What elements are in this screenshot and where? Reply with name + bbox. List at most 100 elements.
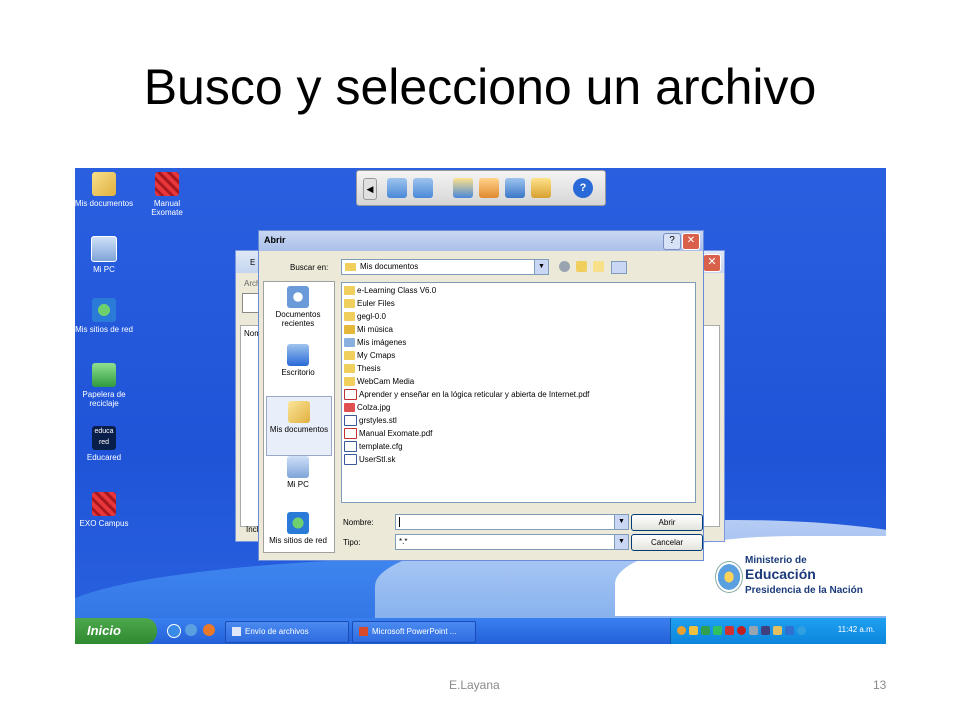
back-icon[interactable] bbox=[559, 261, 570, 272]
tray-icon[interactable] bbox=[749, 626, 758, 635]
pdf-file-icon bbox=[344, 389, 357, 401]
places-bar: Documentos recientes Escritorio Mis docu… bbox=[263, 281, 335, 553]
file-item[interactable]: Mi música bbox=[344, 324, 393, 336]
powerpoint-icon bbox=[359, 627, 368, 637]
volume-icon[interactable] bbox=[797, 626, 806, 635]
place-my-computer[interactable]: Mi PC bbox=[266, 456, 330, 489]
file-name: Colza.jpg bbox=[357, 403, 391, 412]
file-name: template.cfg bbox=[359, 442, 403, 451]
start-button[interactable]: Inicio bbox=[75, 618, 157, 644]
educared-icon: educa red bbox=[92, 426, 116, 450]
users-icon[interactable] bbox=[505, 178, 525, 198]
desktop-icon-manual-exomate[interactable]: Manual Exomate bbox=[137, 172, 197, 217]
my-documents-icon bbox=[288, 401, 310, 423]
quicklaunch-icon[interactable] bbox=[185, 624, 197, 636]
filetype-label: Tipo: bbox=[343, 538, 361, 547]
file-item[interactable]: Thesis bbox=[344, 363, 381, 375]
send-files-icon[interactable] bbox=[531, 178, 551, 198]
cancel-button[interactable]: Cancelar bbox=[631, 534, 703, 551]
place-label: Mis documentos bbox=[269, 425, 329, 434]
chevron-down-icon[interactable]: ▼ bbox=[534, 260, 548, 274]
task-send-files[interactable]: Envío de archivos bbox=[225, 621, 349, 643]
look-in-select[interactable]: Mis documentos ▼ bbox=[341, 259, 549, 275]
file-item[interactable]: e-Learning Class V6.0 bbox=[344, 285, 436, 297]
file-item[interactable]: Colza.jpg bbox=[344, 402, 390, 414]
file-item[interactable]: Manual Exomate.pdf bbox=[344, 428, 432, 440]
place-network-places[interactable]: Mis sitios de red bbox=[266, 512, 330, 545]
background-window-title: E bbox=[250, 258, 256, 267]
file-item[interactable]: WebCam Media bbox=[344, 376, 414, 388]
ie-icon[interactable] bbox=[167, 624, 181, 638]
close-icon[interactable]: ✕ bbox=[703, 254, 721, 272]
dialog-title: Abrir bbox=[264, 235, 286, 245]
filetype-value: *.* bbox=[399, 537, 408, 546]
national-emblem-icon bbox=[715, 561, 743, 593]
desktop-icon-my-computer[interactable]: Mi PC bbox=[75, 236, 134, 274]
file-icon bbox=[344, 454, 357, 466]
toolbar-tool-icon[interactable] bbox=[453, 178, 473, 198]
place-desktop[interactable]: Escritorio bbox=[266, 344, 330, 377]
desktop-icon-educared[interactable]: educa red Educared bbox=[75, 426, 134, 462]
place-recent-documents[interactable]: Documentos recientes bbox=[266, 286, 330, 328]
close-button[interactable]: ✕ bbox=[682, 233, 700, 250]
desktop-screenshot: Mis documentos Manual Exomate Mi PC Mis … bbox=[75, 168, 886, 644]
file-name: WebCam Media bbox=[357, 377, 415, 386]
taskbar: Inicio Envío de archivos Microsoft Power… bbox=[75, 618, 886, 644]
file-item[interactable]: gegl-0.0 bbox=[344, 311, 386, 323]
task-powerpoint[interactable]: Microsoft PowerPoint ... bbox=[352, 621, 476, 643]
file-item[interactable]: UserStl.sk bbox=[344, 454, 395, 466]
file-name: Manual Exomate.pdf bbox=[359, 429, 433, 438]
file-item[interactable]: grstyles.stl bbox=[344, 415, 397, 427]
place-my-documents[interactable]: Mis documentos bbox=[266, 396, 332, 456]
arrow-left-icon[interactable]: ◀ bbox=[363, 178, 377, 200]
help-button[interactable]: ? bbox=[663, 233, 681, 250]
tray-icon[interactable] bbox=[761, 626, 770, 635]
recycle-bin-icon bbox=[92, 363, 116, 387]
file-name: Mi música bbox=[357, 325, 394, 334]
desktop-icon-network-places[interactable]: Mis sitios de red bbox=[75, 298, 134, 334]
tray-icon[interactable] bbox=[773, 626, 782, 635]
desktop-icon-my-documents[interactable]: Mis documentos bbox=[75, 172, 134, 208]
file-name: Thesis bbox=[357, 364, 381, 373]
filename-label: Nombre: bbox=[343, 518, 374, 527]
file-name: gegl-0.0 bbox=[357, 312, 386, 321]
tray-icon[interactable] bbox=[737, 626, 746, 635]
tray-icon[interactable] bbox=[701, 626, 710, 635]
my-documents-icon bbox=[92, 172, 116, 196]
view-menu-icon[interactable] bbox=[611, 261, 627, 274]
folder-icon bbox=[344, 299, 355, 309]
desktop-icon-label: Papelera de reciclaje bbox=[82, 390, 126, 408]
up-folder-icon[interactable] bbox=[576, 261, 587, 272]
file-item[interactable]: Mis imágenes bbox=[344, 337, 406, 349]
open-button[interactable]: Abrir bbox=[631, 514, 703, 531]
page-number: 13 bbox=[873, 678, 887, 692]
tray-icon[interactable] bbox=[677, 626, 686, 635]
tray-icon[interactable] bbox=[713, 626, 722, 635]
file-item[interactable]: template.cfg bbox=[344, 441, 403, 453]
new-folder-icon[interactable] bbox=[593, 261, 604, 272]
tray-icon[interactable] bbox=[785, 626, 794, 635]
toolbar-tool-icon[interactable] bbox=[413, 178, 433, 198]
branding-line: Educación bbox=[745, 566, 816, 582]
pdf-file-icon bbox=[344, 428, 357, 440]
file-item[interactable]: Euler Files bbox=[344, 298, 395, 310]
help-icon[interactable]: ? bbox=[573, 178, 593, 198]
filename-input[interactable]: ▼ bbox=[395, 514, 629, 530]
file-icon bbox=[344, 415, 357, 427]
file-item[interactable]: My Cmaps bbox=[344, 350, 395, 362]
hand-icon[interactable] bbox=[479, 178, 499, 198]
toolbar-tool-icon[interactable] bbox=[387, 178, 407, 198]
filetype-select[interactable]: *.* ▼ bbox=[395, 534, 629, 550]
desktop-icon-recycle-bin[interactable]: Papelera de reciclaje bbox=[75, 363, 134, 408]
chevron-down-icon[interactable]: ▼ bbox=[614, 535, 628, 549]
file-item[interactable]: Aprender y enseñar en la lógica reticula… bbox=[344, 389, 589, 401]
firefox-icon[interactable] bbox=[203, 624, 215, 636]
desktop-icon-exo-campus[interactable]: EXO Campus bbox=[75, 492, 134, 528]
place-label: Mi PC bbox=[287, 480, 309, 489]
look-in-value: Mis documentos bbox=[360, 262, 419, 271]
exomate-icon bbox=[155, 172, 179, 196]
tray-icon[interactable] bbox=[689, 626, 698, 635]
chevron-down-icon[interactable]: ▼ bbox=[614, 515, 628, 529]
file-name: Mis imágenes bbox=[357, 338, 407, 347]
security-icon[interactable] bbox=[725, 626, 734, 635]
